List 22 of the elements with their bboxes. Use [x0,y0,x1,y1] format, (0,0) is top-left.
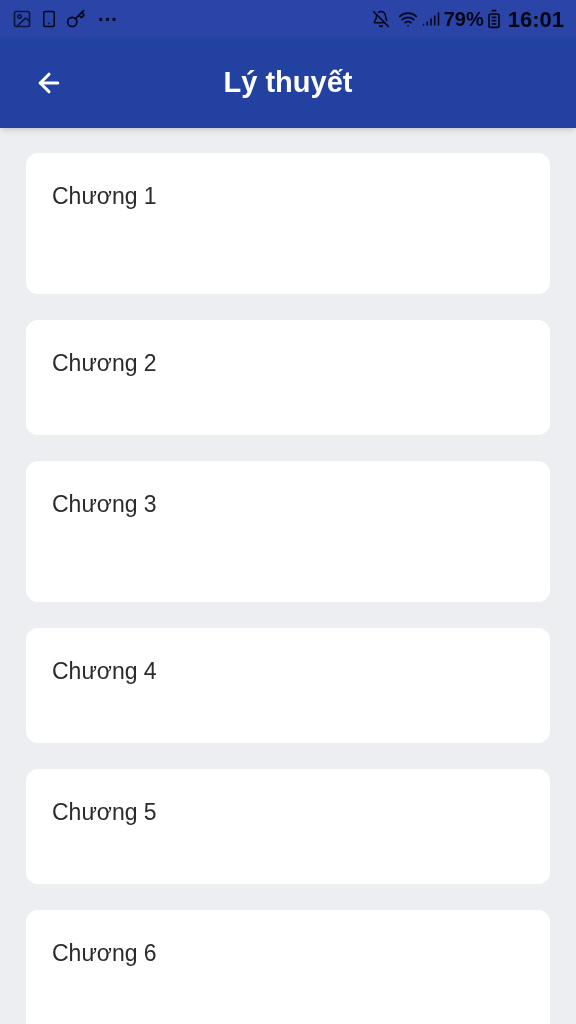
key-icon [66,9,86,29]
chapter-card[interactable]: Chương 4 [26,628,550,743]
phone-icon [40,10,58,28]
wifi-icon [397,9,418,29]
chapter-card[interactable]: Chương 3 [26,461,550,602]
image-icon [12,9,32,29]
chapter-card[interactable]: Chương 6 [26,910,550,1024]
chapter-title: Chương 2 [52,350,157,376]
chapter-card[interactable]: Chương 1 [26,153,550,294]
mute-icon [371,10,390,28]
chapter-title: Chương 1 [52,183,157,209]
more-indicator: ··· [98,7,118,32]
chapter-card[interactable]: Chương 5 [26,769,550,884]
signal-icon [421,10,440,28]
battery-percent: 79% [443,7,484,32]
page-title: Lý thuyết [223,65,353,101]
chapter-title: Chương 5 [52,799,157,825]
clock: 16:01 [507,5,564,34]
chapter-title: Chương 3 [52,491,157,517]
chapter-title: Chương 4 [52,658,157,684]
chapter-card[interactable]: Chương 2 [26,320,550,435]
chapter-title: Chương 6 [52,940,157,966]
